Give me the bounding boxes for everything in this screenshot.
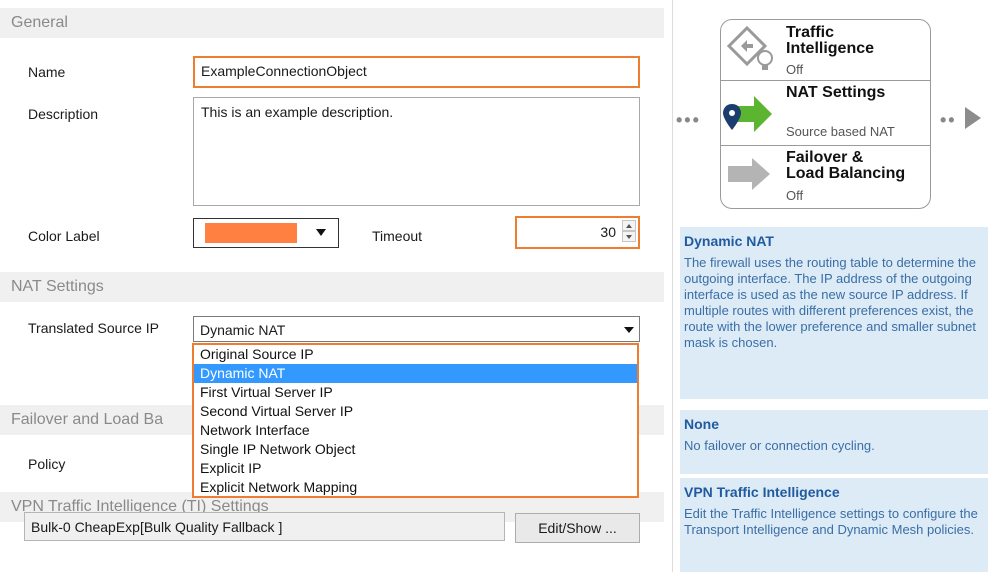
failover-title-line2: Load Balancing xyxy=(786,165,906,182)
description-label: Description xyxy=(28,106,99,122)
dropdown-option-second-virtual-server-ip[interactable]: Second Virtual Server IP xyxy=(194,402,637,421)
name-value: ExampleConnectionObject xyxy=(201,63,367,79)
info-box-dynamic-nat: Dynamic NAT The firewall uses the routin… xyxy=(680,227,988,399)
dropdown-option-explicit-network-mapping[interactable]: Explicit Network Mapping xyxy=(194,478,637,497)
description-field[interactable]: This is an example description. xyxy=(193,97,640,206)
arrow-down-icon xyxy=(626,235,632,239)
section-header-general: General xyxy=(0,8,664,38)
nat-step-title: NAT Settings xyxy=(786,84,886,101)
policy-label: Policy xyxy=(28,456,66,472)
timeout-field[interactable]: 30 xyxy=(515,216,640,249)
chevron-down-icon xyxy=(316,229,326,236)
info-text-vpn-ti: Edit the Traffic Intelligence settings t… xyxy=(684,506,978,537)
translated-source-ip-select[interactable]: Dynamic NAT xyxy=(193,316,640,342)
info-title-dynamic-nat: Dynamic NAT xyxy=(684,233,774,249)
ti-title-line1: Traffic xyxy=(786,24,835,41)
dropdown-option-network-interface[interactable]: Network Interface xyxy=(194,421,637,440)
translated-source-ip-value: Dynamic NAT xyxy=(200,322,286,338)
ti-status: Off xyxy=(786,62,804,77)
description-value: This is an example description. xyxy=(201,104,394,120)
nat-step-status: Source based NAT xyxy=(786,124,895,139)
edit-show-button[interactable]: Edit/Show ... xyxy=(515,513,640,543)
dropdown-option-first-virtual-server-ip[interactable]: First Virtual Server IP xyxy=(194,383,637,402)
dropdown-option-explicit-ip[interactable]: Explicit IP xyxy=(194,459,637,478)
flow-dots-left: ••• xyxy=(676,110,701,130)
translated-source-ip-label: Translated Source IP xyxy=(28,320,159,336)
traffic-intelligence-icon[interactable] xyxy=(726,24,777,76)
nat-settings-icon[interactable] xyxy=(722,92,774,138)
color-label-label: Color Label xyxy=(28,228,100,244)
info-text-dynamic-nat: The firewall uses the routing table to d… xyxy=(684,255,976,350)
name-label: Name xyxy=(28,64,66,80)
timeout-value: 30 xyxy=(600,224,616,240)
chevron-down-icon xyxy=(624,327,634,333)
info-box-none: None No failover or connection cycling. xyxy=(680,410,988,474)
arrow-up-icon xyxy=(626,224,632,228)
name-field[interactable]: ExampleConnectionObject xyxy=(193,56,640,88)
info-title-vpn-ti: VPN Traffic Intelligence xyxy=(684,484,840,500)
dropdown-option-original-source-ip[interactable]: Original Source IP xyxy=(194,345,637,364)
flow-separator xyxy=(720,80,931,81)
info-box-vpn-ti: VPN Traffic Intelligence Edit the Traffi… xyxy=(680,478,988,572)
failover-status: Off xyxy=(786,188,804,203)
vpn-ti-value: Bulk-0 CheapExp[Bulk Quality Fallback ] xyxy=(31,519,283,535)
panel-divider xyxy=(672,0,673,572)
dropdown-option-single-ip-network-object[interactable]: Single IP Network Object xyxy=(194,440,637,459)
vpn-ti-field: Bulk-0 CheapExp[Bulk Quality Fallback ] xyxy=(24,512,505,541)
section-header-nat: NAT Settings xyxy=(0,272,664,302)
failover-title-line1: Failover & xyxy=(786,149,864,166)
timeout-decrement[interactable] xyxy=(622,231,636,242)
dropdown-option-dynamic-nat[interactable]: Dynamic NAT xyxy=(194,364,637,383)
color-swatch xyxy=(205,223,297,243)
info-text-none: No failover or connection cycling. xyxy=(684,438,875,453)
timeout-label: Timeout xyxy=(372,228,423,244)
flow-dots-right: •• xyxy=(940,110,957,130)
info-title-none: None xyxy=(684,416,719,432)
failover-icon[interactable] xyxy=(726,156,774,192)
translated-source-ip-dropdown[interactable]: Original Source IP Dynamic NAT First Vir… xyxy=(192,343,639,498)
flow-separator xyxy=(720,145,931,146)
timeout-increment[interactable] xyxy=(622,220,636,231)
ti-title-line2: Intelligence xyxy=(786,40,875,57)
color-label-select[interactable] xyxy=(193,218,339,248)
flow-arrow-right-icon xyxy=(965,107,981,129)
